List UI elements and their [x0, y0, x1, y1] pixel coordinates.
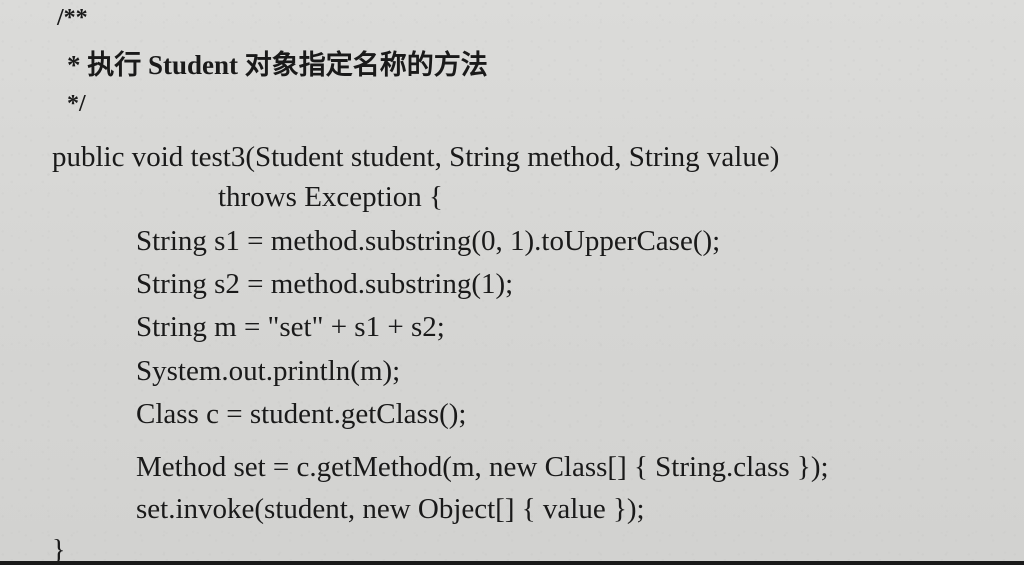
comment-close-line: */ [67, 91, 86, 117]
print-line: System.out.println(m); [136, 355, 401, 387]
substring-s2-line: String s2 = method.substring(1); [136, 268, 514, 300]
comment-text-line: * 执行 Student 对象指定名称的方法 [67, 50, 488, 80]
method-signature-line: public void test3(Student student, Strin… [52, 141, 780, 173]
invoke-line: set.invoke(student, new Object[] { value… [136, 493, 645, 525]
bottom-border [0, 561, 1024, 565]
substring-s1-line: String s1 = method.substring(0, 1).toUpp… [136, 225, 721, 257]
get-method-line: Method set = c.getMethod(m, new Class[] … [136, 451, 829, 483]
code-screenshot: /** * 执行 Student 对象指定名称的方法 */ public voi… [0, 0, 1024, 565]
comment-open-line: /** [57, 5, 88, 31]
throws-clause-line: throws Exception { [218, 181, 443, 213]
setter-name-line: String m = "set" + s1 + s2; [136, 311, 445, 343]
get-class-line: Class c = student.getClass(); [136, 398, 467, 430]
